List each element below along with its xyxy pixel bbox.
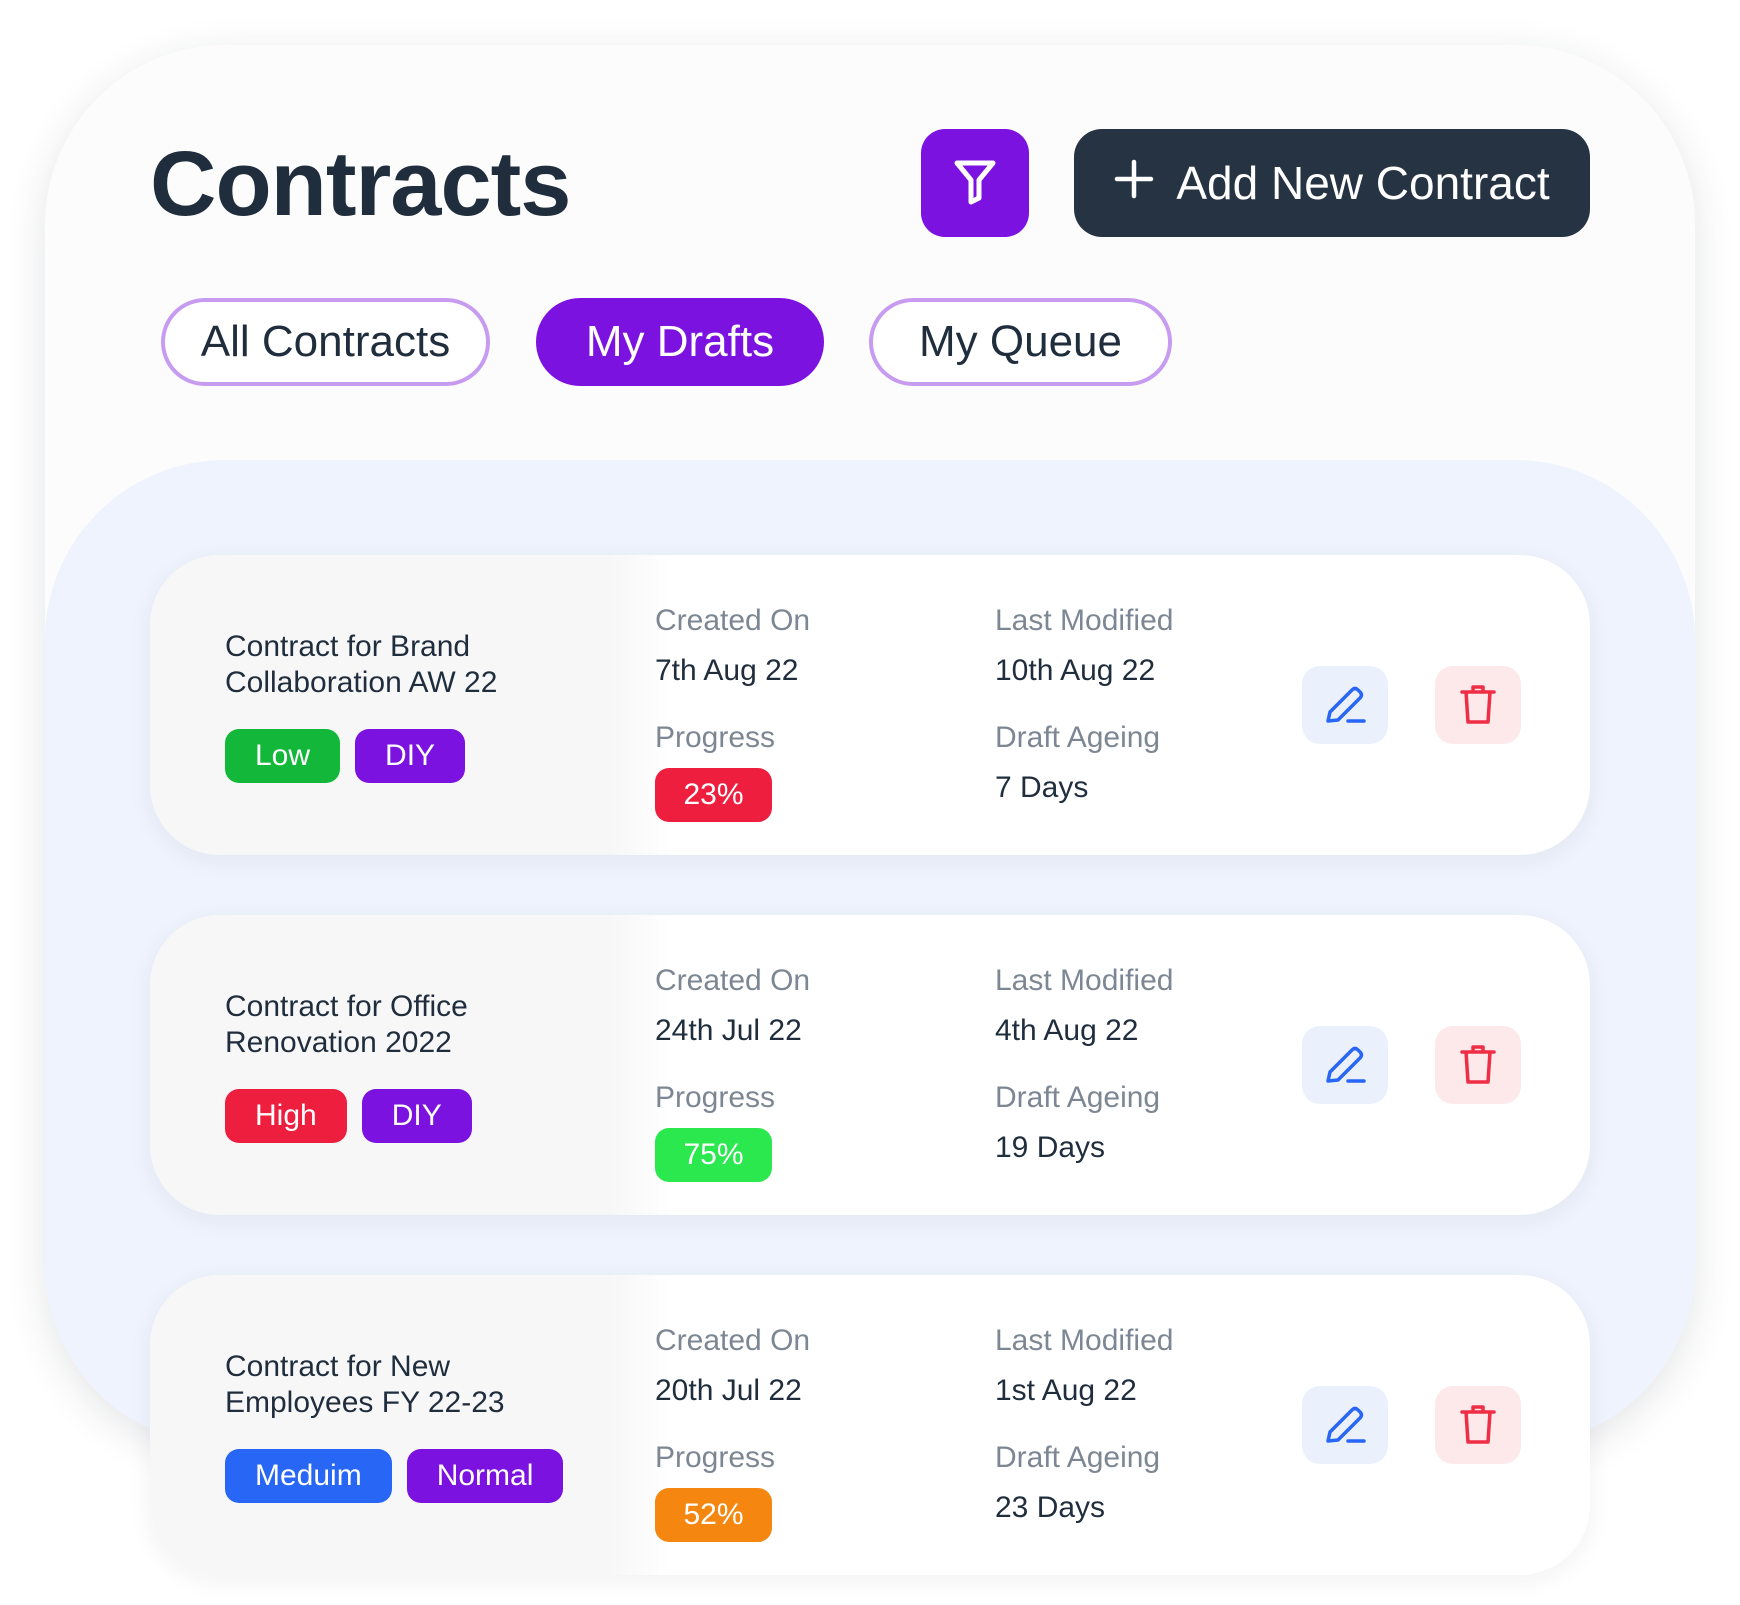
created-on-label: Created On bbox=[655, 964, 811, 997]
created-on-value: 7th Aug 22 bbox=[655, 654, 799, 687]
page-title: Contracts bbox=[150, 133, 571, 235]
delete-button[interactable] bbox=[1435, 1026, 1521, 1104]
contract-card: Contract for Office Renovation 2022 High… bbox=[150, 915, 1590, 1215]
pencil-icon bbox=[1322, 1401, 1368, 1450]
priority-badge: Low bbox=[225, 729, 341, 783]
type-badge: DIY bbox=[361, 1089, 472, 1143]
contract-card: Contract for New Employees FY 22-23 Medu… bbox=[150, 1275, 1590, 1575]
last-modified-value: 10th Aug 22 bbox=[995, 654, 1156, 687]
draft-ageing-label: Draft Ageing bbox=[995, 721, 1161, 754]
created-on-value: 24th Jul 22 bbox=[655, 1014, 802, 1047]
plus-icon bbox=[1114, 151, 1154, 209]
pencil-icon bbox=[1322, 681, 1368, 730]
edit-button[interactable] bbox=[1302, 1386, 1388, 1464]
contract-card: Contract for Brand Collaboration AW 22 L… bbox=[150, 555, 1590, 855]
trash-icon bbox=[1458, 1042, 1498, 1089]
filter-button[interactable] bbox=[921, 129, 1029, 237]
last-modified-label: Last Modified bbox=[995, 964, 1174, 997]
type-badge: Normal bbox=[406, 1449, 564, 1503]
last-modified-label: Last Modified bbox=[995, 604, 1174, 637]
last-modified-value: 1st Aug 22 bbox=[995, 1374, 1137, 1407]
filter-icon bbox=[953, 158, 997, 209]
tab-my-queue[interactable]: My Queue bbox=[869, 298, 1172, 386]
edit-button[interactable] bbox=[1302, 1026, 1388, 1104]
delete-button[interactable] bbox=[1435, 1386, 1521, 1464]
progress-badge: 75% bbox=[655, 1128, 772, 1182]
priority-badge: High bbox=[225, 1089, 347, 1143]
pencil-icon bbox=[1322, 1041, 1368, 1090]
created-on-value: 20th Jul 22 bbox=[655, 1374, 802, 1407]
created-on-label: Created On bbox=[655, 604, 811, 637]
edit-button[interactable] bbox=[1302, 666, 1388, 744]
contract-summary bbox=[150, 915, 670, 1215]
progress-badge: 23% bbox=[655, 768, 772, 822]
last-modified-label: Last Modified bbox=[995, 1324, 1174, 1357]
progress-badge: 52% bbox=[655, 1488, 772, 1542]
contract-title: Contract for Brand Collaboration AW 22 bbox=[225, 630, 498, 699]
trash-icon bbox=[1458, 1402, 1498, 1449]
contract-badges: Low DIY bbox=[225, 729, 466, 783]
draft-ageing-value: 7 Days bbox=[995, 771, 1089, 804]
progress-label: Progress bbox=[655, 1081, 776, 1114]
add-new-contract-button[interactable]: Add New Contract bbox=[1074, 129, 1590, 237]
priority-badge: Meduim bbox=[225, 1449, 392, 1503]
draft-ageing-value: 23 Days bbox=[995, 1491, 1106, 1524]
contract-title: Contract for Office Renovation 2022 bbox=[225, 990, 468, 1059]
draft-ageing-value: 19 Days bbox=[995, 1131, 1106, 1164]
contract-summary bbox=[150, 555, 670, 855]
draft-ageing-label: Draft Ageing bbox=[995, 1441, 1161, 1474]
tab-all-contracts[interactable]: All Contracts bbox=[161, 298, 490, 386]
contract-title: Contract for New Employees FY 22-23 bbox=[225, 1350, 505, 1419]
contract-badges: Meduim Normal bbox=[225, 1449, 564, 1503]
contract-badges: High DIY bbox=[225, 1089, 472, 1143]
last-modified-value: 4th Aug 22 bbox=[995, 1014, 1139, 1047]
trash-icon bbox=[1458, 682, 1498, 729]
progress-label: Progress bbox=[655, 1441, 776, 1474]
delete-button[interactable] bbox=[1435, 666, 1521, 744]
created-on-label: Created On bbox=[655, 1324, 811, 1357]
progress-label: Progress bbox=[655, 721, 776, 754]
contract-summary bbox=[150, 1275, 670, 1575]
draft-ageing-label: Draft Ageing bbox=[995, 1081, 1161, 1114]
tab-my-drafts[interactable]: My Drafts bbox=[536, 298, 824, 386]
type-badge: DIY bbox=[355, 729, 466, 783]
add-new-contract-label: Add New Contract bbox=[1176, 157, 1550, 209]
